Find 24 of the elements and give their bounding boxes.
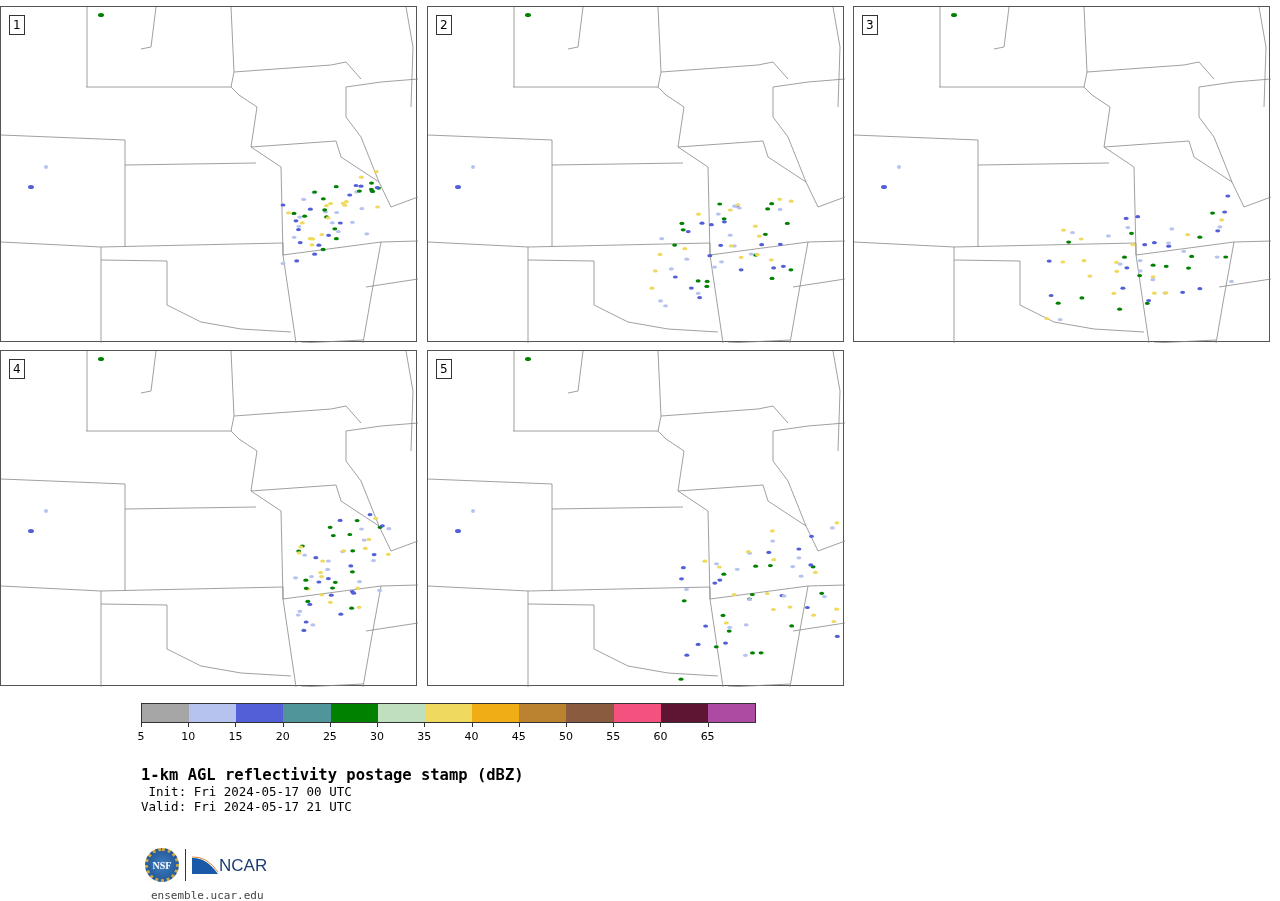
tick-label: 15 xyxy=(228,729,243,745)
tick-label: 65 xyxy=(700,729,715,745)
panel-number: 1 xyxy=(9,15,25,35)
init-time: Init: Fri 2024-05-17 00 UTC xyxy=(147,784,353,799)
tick-label: 30 xyxy=(370,729,385,745)
tick-label: 25 xyxy=(322,729,337,745)
tick-label: 45 xyxy=(511,729,526,745)
tick-label: 50 xyxy=(558,729,573,745)
website-url: ensemble.ucar.edu xyxy=(151,888,265,901)
valid-time: Valid: Fri 2024-05-17 21 UTC xyxy=(141,799,353,814)
panel-number: 3 xyxy=(862,15,878,35)
ncar-logo: NCAR xyxy=(192,856,268,874)
tick-label: 35 xyxy=(417,729,432,745)
chart-title: 1-km AGL reflectivity postage stamp (dBZ) xyxy=(141,766,525,784)
panel-number: 2 xyxy=(436,15,452,35)
panel-number: 5 xyxy=(436,359,452,379)
tick-label: 20 xyxy=(275,729,290,745)
panel-number: 4 xyxy=(9,359,25,379)
tick-label: 5 xyxy=(137,729,145,745)
tick-label: 55 xyxy=(606,729,621,745)
tick-label: 10 xyxy=(181,729,196,745)
nsf-logo: NSF xyxy=(145,848,179,882)
tick-label: 40 xyxy=(464,729,479,745)
tick-label: 60 xyxy=(653,729,668,745)
